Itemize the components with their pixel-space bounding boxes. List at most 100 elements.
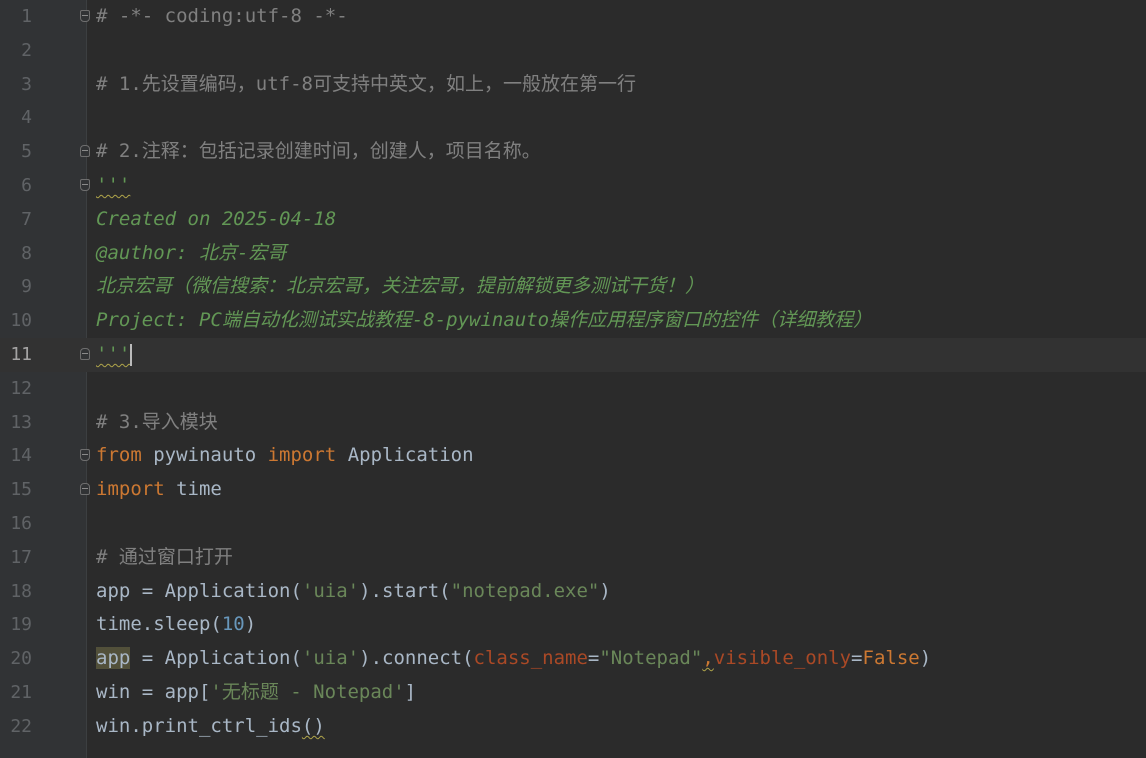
code-line[interactable]: 21 win = app['无标题 - Notepad'] xyxy=(0,676,1146,710)
code-text[interactable]: win = app['无标题 - Notepad'] xyxy=(96,680,416,704)
code-line[interactable]: 17 # 通过窗口打开 xyxy=(0,541,1146,575)
code-text[interactable]: # -*- coding:utf-8 -*- xyxy=(96,4,348,28)
fold-toggle-icon[interactable] xyxy=(80,145,90,158)
text-cursor xyxy=(130,343,133,366)
code-line[interactable]: 12 xyxy=(0,372,1146,406)
code-line[interactable]: 16 xyxy=(0,507,1146,541)
code-token: pywinauto xyxy=(141,444,268,467)
code-line[interactable]: 13 # 3.导入模块 xyxy=(0,406,1146,440)
code-text[interactable]: @author: 北京-宏哥 xyxy=(96,241,286,265)
code-token: # 通过窗口打开 xyxy=(96,545,233,568)
code-token: # 3.导入模块 xyxy=(96,410,218,433)
code-text[interactable]: # 2.注释：包括记录创建时间，创建人，项目名称。 xyxy=(96,139,541,163)
code-text[interactable]: app = Application('uia').connect(class_n… xyxy=(96,646,931,670)
code-line[interactable]: 4 xyxy=(0,101,1146,135)
code-token: Created on 2025-04-18 xyxy=(96,207,337,230)
code-token: Application xyxy=(336,444,474,467)
code-token: 北京宏哥（微信搜索：北京宏哥，关注宏哥，提前解锁更多测试干货！） xyxy=(96,275,705,298)
code-token: # -*- coding:utf-8 -*- xyxy=(96,5,348,27)
code-token: class_name xyxy=(473,647,588,670)
code-token: "notepad.exe" xyxy=(450,579,600,602)
code-line[interactable]: 9 北京宏哥（微信搜索：北京宏哥，关注宏哥，提前解锁更多测试干货！） xyxy=(0,270,1146,304)
code-line[interactable]: 20 app = Application('uia').connect(class… xyxy=(0,642,1146,676)
code-line[interactable]: 1 # -*- coding:utf-8 -*- xyxy=(0,0,1146,34)
code-line[interactable]: 2 xyxy=(0,34,1146,68)
code-token: app = Application( xyxy=(96,579,302,602)
code-line[interactable]: 3 # 1.先设置编码，utf-8可支持中英文，如上，一般放在第一行 xyxy=(0,68,1146,102)
line-number: 2 xyxy=(21,39,32,61)
code-line[interactable]: 14 from pywinauto import Application xyxy=(0,439,1146,473)
code-text[interactable]: Project: PC端自动化测试实战教程-8-pywinauto操作应用程序窗… xyxy=(96,308,872,332)
line-number: 10 xyxy=(10,310,32,332)
fold-toggle-icon[interactable] xyxy=(80,483,90,496)
code-token: = xyxy=(587,647,600,670)
code-text[interactable]: ''' xyxy=(96,342,133,366)
line-number: 19 xyxy=(10,614,32,636)
code-text[interactable]: win.print_ctrl_ids() xyxy=(96,714,325,738)
code-text[interactable]: from pywinauto import Application xyxy=(96,443,474,467)
code-token: win.print_ctrl_ids() xyxy=(96,714,325,737)
line-number: 5 xyxy=(21,141,32,163)
code-line[interactable]: 6 ''' xyxy=(0,169,1146,203)
code-token: ) xyxy=(919,647,932,670)
code-token: # 1.先设置编码，utf-8可支持中英文，如上，一般放在第一行 xyxy=(96,72,636,95)
line-number: 3 xyxy=(21,73,32,95)
code-token: , xyxy=(702,647,714,670)
code-line[interactable]: 11 ''' xyxy=(0,338,1146,372)
code-token: False xyxy=(862,647,920,670)
code-token: '无标题 - Notepad' xyxy=(210,681,405,703)
line-number: 14 xyxy=(10,445,32,467)
line-number: 11 xyxy=(10,344,32,365)
code-token: time.sleep( xyxy=(96,613,222,636)
code-text[interactable]: time.sleep(10) xyxy=(96,612,256,636)
code-text[interactable]: # 1.先设置编码，utf-8可支持中英文，如上，一般放在第一行 xyxy=(96,72,636,96)
code-text[interactable]: ''' xyxy=(96,173,130,197)
code-line[interactable]: 19 time.sleep(10) xyxy=(0,608,1146,642)
line-number: 22 xyxy=(10,715,32,737)
code-token: import xyxy=(267,444,337,467)
line-number: 6 xyxy=(21,175,32,196)
code-token: "Notepad" xyxy=(599,647,703,670)
fold-toggle-icon[interactable] xyxy=(80,348,90,360)
fold-toggle-icon[interactable] xyxy=(80,179,90,191)
code-text[interactable]: # 3.导入模块 xyxy=(96,410,218,434)
line-number: 12 xyxy=(10,377,32,399)
code-text[interactable]: # 通过窗口打开 xyxy=(96,545,233,569)
code-line[interactable]: 5 # 2.注释：包括记录创建时间，创建人，项目名称。 xyxy=(0,135,1146,169)
code-token: ''' xyxy=(96,343,131,365)
code-text[interactable]: import time xyxy=(96,477,222,501)
code-text[interactable]: app = Application('uia').start("notepad.… xyxy=(96,579,611,603)
code-token: win = app[ xyxy=(96,681,211,703)
code-token: @author: 北京-宏哥 xyxy=(96,241,287,264)
code-token: ).connect( xyxy=(359,647,474,670)
code-token: ) xyxy=(599,579,611,602)
code-token: ).start( xyxy=(359,579,451,602)
code-token: = Application( xyxy=(130,647,302,670)
line-number: 8 xyxy=(21,242,32,264)
code-line[interactable]: 18 app = Application('uia').start("notepa… xyxy=(0,575,1146,609)
line-number: 1 xyxy=(21,6,32,27)
line-number: 15 xyxy=(10,479,32,501)
code-token: 'uia' xyxy=(301,579,360,602)
code-token: = xyxy=(851,647,863,670)
code-text[interactable]: 北京宏哥（微信搜索：北京宏哥，关注宏哥，提前解锁更多测试干货！） xyxy=(96,274,704,298)
code-token: ] xyxy=(404,681,417,703)
code-line[interactable]: 7 Created on 2025-04-18 xyxy=(0,203,1146,237)
code-text[interactable]: Created on 2025-04-18 xyxy=(96,207,336,231)
code-token: visible_only xyxy=(713,647,852,670)
code-token: app xyxy=(96,647,131,670)
code-line[interactable]: 10 Project: PC端自动化测试实战教程-8-pywinauto操作应用程… xyxy=(0,304,1146,338)
code-token: Project: PC端自动化测试实战教程-8-pywinauto操作应用程序窗… xyxy=(96,309,873,332)
code-line[interactable]: 22 win.print_ctrl_ids() xyxy=(0,710,1146,744)
line-number: 18 xyxy=(10,580,32,602)
line-number: 13 xyxy=(10,411,32,433)
fold-toggle-icon[interactable] xyxy=(80,449,90,462)
fold-toggle-icon[interactable] xyxy=(80,10,90,22)
line-number: 17 xyxy=(10,546,32,568)
code-editor[interactable]: 1 # -*- coding:utf-8 -*- 2 3 # 1.先设置编码，utf-8… xyxy=(0,0,1146,758)
line-number: 9 xyxy=(21,276,32,298)
code-token: ) xyxy=(244,613,257,636)
code-token: time xyxy=(164,478,222,501)
code-line[interactable]: 15 import time xyxy=(0,473,1146,507)
code-line[interactable]: 8 @author: 北京-宏哥 xyxy=(0,237,1146,271)
